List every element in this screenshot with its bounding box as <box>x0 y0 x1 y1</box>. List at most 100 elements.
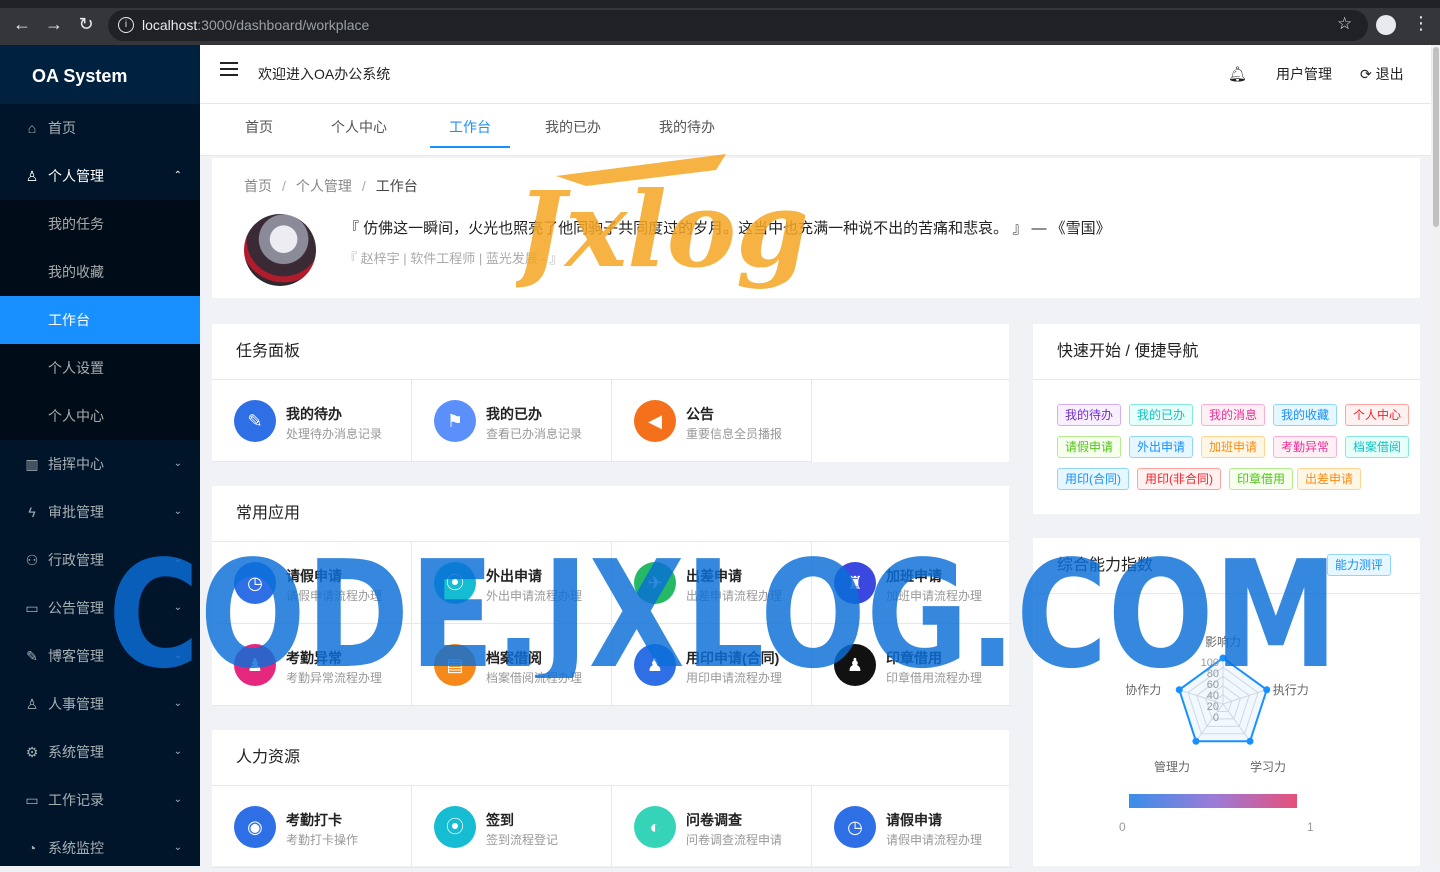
radar-point[interactable] <box>1263 686 1271 694</box>
radar-point[interactable] <box>1175 686 1183 694</box>
sidebar-item-label: 指挥中心 <box>48 456 104 472</box>
sidebar-item[interactable]: ϟ 审批管理 ⌄ <box>0 488 200 536</box>
common-apps-title: 常用应用 <box>212 486 1009 542</box>
forward-icon[interactable]: → <box>44 14 64 34</box>
top-header: 欢迎进入OA办公系统 🔔︎ 用户管理 ⟳ 退出 <box>200 45 1431 103</box>
bookmark-star-icon[interactable]: ☆ <box>1337 14 1352 34</box>
tab-item[interactable]: 个人中心 <box>316 104 402 148</box>
menu-kebab-icon[interactable]: ⋮ <box>1412 14 1430 32</box>
grid-item[interactable]: ✎ 我的待办 处理待办消息记录 <box>212 380 412 462</box>
grid-item[interactable]: ◐ 问卷调查 问卷调查流程申请 <box>612 786 812 868</box>
grid-item[interactable]: ◀ 公告 重要信息全员播报 <box>612 380 812 462</box>
address-bar[interactable]: i localhost:3000/dashboard/workplace <box>108 10 1368 41</box>
chevron-down-icon: ⌄ <box>173 842 182 853</box>
sidebar-item[interactable]: ♙ 人事管理 ⌄ <box>0 680 200 728</box>
quick-nav-tag[interactable]: 我的已办 <box>1129 404 1194 426</box>
quick-nav-card: 快速开始 / 便捷导航 我的待办 我的已办 我的消息 我的收藏 个人中心 请假申请 外出申请… <box>1033 324 1420 514</box>
sidebar-subitem[interactable]: 个人中心 <box>0 392 200 440</box>
quick-nav-tag[interactable]: 请假申请 <box>1057 436 1122 458</box>
pencil-icon: ✎ <box>234 400 276 442</box>
sidebar-item[interactable]: ⌂ 首页 <box>0 104 200 152</box>
quick-nav-tag[interactable]: 印章借用 <box>1229 468 1294 490</box>
grid-item[interactable]: ♟ 用印申请(合同) 用印申请流程办理 <box>612 624 812 706</box>
grid-item[interactable]: ✈ 出差申请 出差申请流程办理 <box>612 542 812 624</box>
tab-strip <box>0 0 1440 8</box>
people-icon: ♙ <box>25 696 39 712</box>
bell-icon[interactable]: 🔔︎ <box>1228 65 1247 83</box>
sidebar-item[interactable]: ✎ 博客管理 ⌄ <box>0 632 200 680</box>
user-management-link[interactable]: 用户管理 <box>1276 45 1332 103</box>
quick-nav-tag[interactable]: 考勤异常 <box>1273 436 1338 458</box>
tab-item[interactable]: 我的已办 <box>530 104 616 148</box>
quick-nav-tag[interactable]: 出差申请 <box>1297 468 1362 490</box>
tab-item[interactable]: 首页 <box>228 104 290 148</box>
quick-nav-tag[interactable]: 用印(非合同) <box>1137 468 1221 490</box>
stamp-icon: ♟ <box>634 644 676 686</box>
grid-item[interactable]: ▤ 档案借阅 档案借阅流程办理 <box>412 624 612 706</box>
grid-item[interactable]: ♜ 加班申请 加班申请流程办理 <box>812 542 1012 624</box>
account-icon[interactable] <box>1376 15 1396 35</box>
page-scrollbar[interactable] <box>1432 45 1440 866</box>
quick-nav-tag[interactable]: 我的待办 <box>1057 404 1122 426</box>
sidebar-item[interactable]: ▭ 公告管理 ⌄ <box>0 584 200 632</box>
visual-map-bar[interactable] <box>1129 794 1297 808</box>
radar-point[interactable] <box>1192 737 1200 745</box>
chevron-down-icon: ⌄ <box>173 650 182 661</box>
sidebar-item[interactable]: ▥ 指挥中心 ⌄ <box>0 440 200 488</box>
grid-item[interactable]: ◉ 考勤打卡 考勤打卡操作 <box>212 786 412 868</box>
back-icon[interactable]: ← <box>12 14 32 34</box>
menu-fold-icon[interactable] <box>220 62 238 78</box>
checkin-icon: ◉ <box>234 806 276 848</box>
quick-nav-tag[interactable]: 用印(合同) <box>1057 468 1129 490</box>
team-icon: ⚇ <box>25 552 39 568</box>
grid-item[interactable]: ◷ 请假申请 请假申请流程办理 <box>812 786 1012 868</box>
app-logo[interactable]: OA System <box>0 45 200 104</box>
grid-item[interactable]: ⦿ 外出申请 外出申请流程办理 <box>412 542 612 624</box>
grid-item[interactable]: ⦿ 签到 签到流程登记 <box>412 786 612 868</box>
tab-item[interactable]: 工作台 <box>430 104 510 148</box>
welcome-text: 欢迎进入OA办公系统 <box>258 66 391 82</box>
chevron-down-icon: ⌄ <box>173 506 182 517</box>
sidebar-subitem[interactable]: 我的收藏 <box>0 248 200 296</box>
chart-icon: ▥ <box>25 456 39 472</box>
sidebar-subitem[interactable]: 我的任务 <box>0 200 200 248</box>
person-icon: ♟ <box>234 644 276 686</box>
tab-item[interactable]: 我的待办 <box>644 104 730 148</box>
quick-nav-tag[interactable]: 档案借阅 <box>1345 436 1410 458</box>
grid-item[interactable]: ♟ 印章借用 印章借用流程办理 <box>812 624 1012 706</box>
grid-item-title: 请假申请 <box>286 568 342 584</box>
breadcrumb-item[interactable]: 首页 <box>244 178 272 194</box>
sidebar-subitem[interactable]: 个人设置 <box>0 344 200 392</box>
sidebar-item[interactable]: ◔ 系统监控 ⌄ <box>0 824 200 872</box>
ability-test-button[interactable]: 能力测评 <box>1327 554 1392 576</box>
breadcrumb-item[interactable]: 个人管理 <box>296 178 352 194</box>
quick-nav-tag[interactable]: 加班申请 <box>1201 436 1266 458</box>
grid-item-subtitle: 外出申请流程办理 <box>486 589 583 603</box>
hr-card: 人力资源 ◉ 考勤打卡 考勤打卡操作 ⦿ 签到 签到流程登记 ◐ 问卷调查 问卷调查… <box>212 730 1012 868</box>
radar-point[interactable] <box>1219 654 1227 662</box>
chevron-down-icon: ⌄ <box>173 746 182 757</box>
logout-button[interactable]: ⟳ 退出 <box>1360 45 1404 103</box>
grid-item-title: 请假申请 <box>886 812 942 828</box>
grid-item-subtitle: 请假申请流程办理 <box>886 833 983 847</box>
quick-nav-tag[interactable]: 外出申请 <box>1129 436 1194 458</box>
breadcrumb-current: 工作台 <box>375 178 418 194</box>
quick-nav-tag[interactable]: 我的收藏 <box>1273 404 1338 426</box>
sidebar-subitem[interactable]: 工作台 <box>0 296 200 344</box>
grid-item[interactable]: ⚑ 我的已办 查看已办消息记录 <box>412 380 612 462</box>
laptop-icon: ▭ <box>25 792 39 808</box>
grid-item-title: 问卷调查 <box>686 812 742 828</box>
radar-axis-label: 协作力 <box>1125 682 1161 697</box>
grid-item[interactable]: ♟ 考勤异常 考勤异常流程办理 <box>212 624 412 706</box>
reload-icon[interactable]: ↻ <box>76 14 96 34</box>
sidebar-item[interactable]: ⚙ 系统管理 ⌄ <box>0 728 200 776</box>
grid-item[interactable]: ◷ 请假申请 请假申请流程办理 <box>212 542 412 624</box>
sidebar-item[interactable]: ⚇ 行政管理 ⌄ <box>0 536 200 584</box>
info-icon[interactable]: i <box>118 17 134 33</box>
quick-nav-tag[interactable]: 个人中心 <box>1345 404 1410 426</box>
quick-nav-tag[interactable]: 我的消息 <box>1201 404 1266 426</box>
sidebar-item-label: 个人管理 <box>48 168 104 184</box>
sidebar-item[interactable]: ♙ 个人管理 ⌃ <box>0 152 200 200</box>
radar-point[interactable] <box>1246 737 1254 745</box>
sidebar-item[interactable]: ▭ 工作记录 ⌄ <box>0 776 200 824</box>
